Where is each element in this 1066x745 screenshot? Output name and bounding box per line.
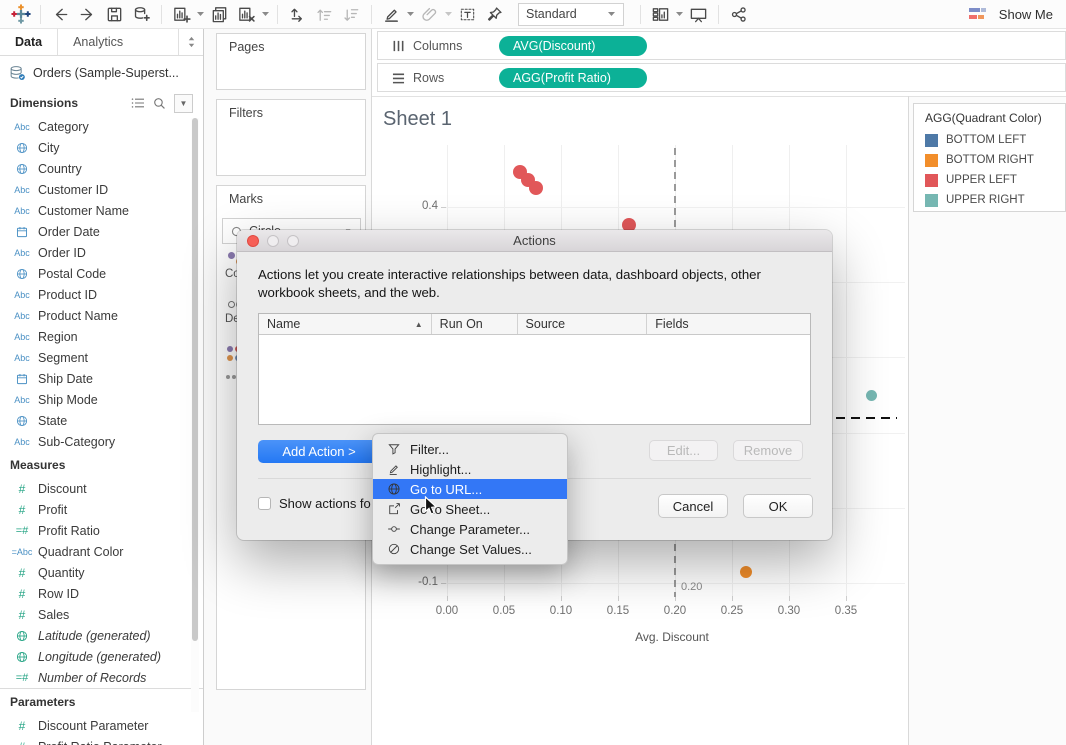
column-header-run-on[interactable]: Run On <box>432 314 518 334</box>
menu-item-change-parameter[interactable]: Change Parameter... <box>373 519 567 539</box>
axis-tick <box>561 596 562 601</box>
menu-item-go-to-sheet[interactable]: Go to Sheet... <box>373 499 567 519</box>
sheet-title: Sheet 1 <box>383 108 452 130</box>
dialog-titlebar[interactable]: Actions <box>237 230 832 252</box>
tableau-desktop-window: Standard Show Me Data Analytics Orders (S… <box>0 0 1066 745</box>
filter-icon <box>386 442 401 456</box>
legend-items: BOTTOM LEFT BOTTOM RIGHT UPPER LEFT UPPER R… <box>914 130 1065 210</box>
x-tick-label: 0.15 <box>606 605 630 617</box>
column-header-label: Fields <box>655 317 689 331</box>
goto-sheet-icon <box>386 502 401 516</box>
y-tick-label: 0.4 <box>422 200 438 212</box>
ok-button[interactable]: OK <box>743 494 813 518</box>
legend-label: UPPER LEFT <box>946 174 1017 186</box>
size-dot <box>232 375 236 379</box>
menu-item-filter[interactable]: Filter... <box>373 439 567 459</box>
axis-tick <box>732 596 733 601</box>
axis-tick <box>789 596 790 601</box>
color-legend-dot <box>227 346 233 352</box>
axis-tick <box>618 596 619 601</box>
legend-swatch <box>925 133 938 147</box>
highlight-icon <box>386 462 401 476</box>
cancel-button[interactable]: Cancel <box>658 494 728 518</box>
x-axis-title: Avg. Discount <box>635 630 709 644</box>
axis-tick <box>846 596 847 601</box>
x-tick-label: 0.10 <box>549 605 573 617</box>
scatter-mark-upper-right[interactable] <box>865 389 877 401</box>
legend-swatch <box>925 173 938 187</box>
menu-item-change-set-values[interactable]: Change Set Values... <box>373 539 567 559</box>
menu-item-label: Filter... <box>410 441 450 457</box>
x-tick-label: 0.25 <box>720 605 744 617</box>
dialog-description: Actions let you create interactive relat… <box>258 267 761 300</box>
cancel-label: Cancel <box>672 498 714 514</box>
y-tick-label: -0.1 <box>418 576 438 588</box>
scatter-mark-bottom-right[interactable] <box>739 565 752 578</box>
color-legend-dot <box>227 355 233 361</box>
legend-item-bottom-left[interactable]: BOTTOM LEFT <box>914 130 1065 150</box>
column-header-label: Source <box>525 317 566 331</box>
legend-item-upper-left[interactable]: UPPER LEFT <box>914 170 1065 190</box>
actions-table[interactable]: Name ▲ Run On Source Fields <box>258 313 811 425</box>
menu-item-label: Change Parameter... <box>410 521 530 537</box>
legend-label: BOTTOM RIGHT <box>946 154 1034 166</box>
menu-item-label: Go to Sheet... <box>410 501 491 517</box>
sort-ascending-icon: ▲ <box>414 319 423 329</box>
axis-tick <box>441 207 446 208</box>
legend-item-bottom-right[interactable]: BOTTOM RIGHT <box>914 150 1065 170</box>
add-action-menu: Filter... Highlight... Go to URL... Go to S… <box>372 433 568 565</box>
x-tick-label: 0.05 <box>492 605 516 617</box>
column-header-label: Run On <box>439 317 483 331</box>
mouse-cursor <box>424 496 439 517</box>
color-button-dot <box>228 252 235 259</box>
parameter-icon <box>386 522 401 536</box>
ok-label: OK <box>768 498 788 514</box>
x-tick-label: 0.30 <box>777 605 801 617</box>
minimize-button[interactable] <box>267 235 279 247</box>
menu-item-label: Change Set Values... <box>410 541 532 557</box>
legend-title: AGG(Quadrant Color) <box>925 111 1042 125</box>
size-dot <box>226 375 230 379</box>
legend-label: UPPER RIGHT <box>946 194 1025 206</box>
show-actions-checkbox[interactable] <box>258 497 271 510</box>
gridline <box>846 145 847 600</box>
column-header-fields[interactable]: Fields <box>647 314 810 334</box>
menu-item-label: Highlight... <box>410 461 472 477</box>
close-button[interactable] <box>247 235 259 247</box>
column-header-label: Name <box>267 317 301 331</box>
actions-table-header: Name ▲ Run On Source Fields <box>259 314 810 335</box>
detail-button-icon <box>228 301 235 308</box>
legend-label: BOTTOM LEFT <box>946 134 1027 146</box>
add-action-label: Add Action > <box>282 444 356 459</box>
x-tick-label: 0.35 <box>834 605 858 617</box>
add-action-button[interactable]: Add Action > <box>258 440 380 463</box>
axis-tick <box>447 596 448 601</box>
remove-button[interactable]: Remove <box>733 440 803 461</box>
legend-swatch <box>925 153 938 167</box>
column-header-name[interactable]: Name ▲ <box>259 314 432 334</box>
x-tick-label: 0.00 <box>435 605 459 617</box>
show-actions-label: Show actions fo <box>279 496 371 511</box>
edit-button[interactable]: Edit... <box>649 440 718 461</box>
set-values-icon <box>386 542 401 556</box>
menu-item-go-to-url[interactable]: Go to URL... <box>373 479 567 499</box>
reference-line-label: 0.20 <box>681 581 703 593</box>
dialog-title: Actions <box>513 233 556 248</box>
legend-item-upper-right[interactable]: UPPER RIGHT <box>914 190 1065 210</box>
edit-label: Edit... <box>666 443 701 458</box>
axis-tick <box>441 583 446 584</box>
quadrant-color-legend[interactable]: AGG(Quadrant Color) BOTTOM LEFT BOTTOM RI… <box>913 103 1066 212</box>
legend-swatch <box>925 193 938 207</box>
menu-item-highlight[interactable]: Highlight... <box>373 459 567 479</box>
menu-item-label: Go to URL... <box>410 481 483 497</box>
globe-icon <box>386 482 401 496</box>
remove-label: Remove <box>743 443 793 458</box>
scatter-mark-upper-left[interactable] <box>528 181 543 196</box>
column-header-source[interactable]: Source <box>518 314 648 334</box>
axis-tick <box>504 596 505 601</box>
zoom-button[interactable] <box>287 235 299 247</box>
x-tick-label: 0.20 <box>663 605 687 617</box>
